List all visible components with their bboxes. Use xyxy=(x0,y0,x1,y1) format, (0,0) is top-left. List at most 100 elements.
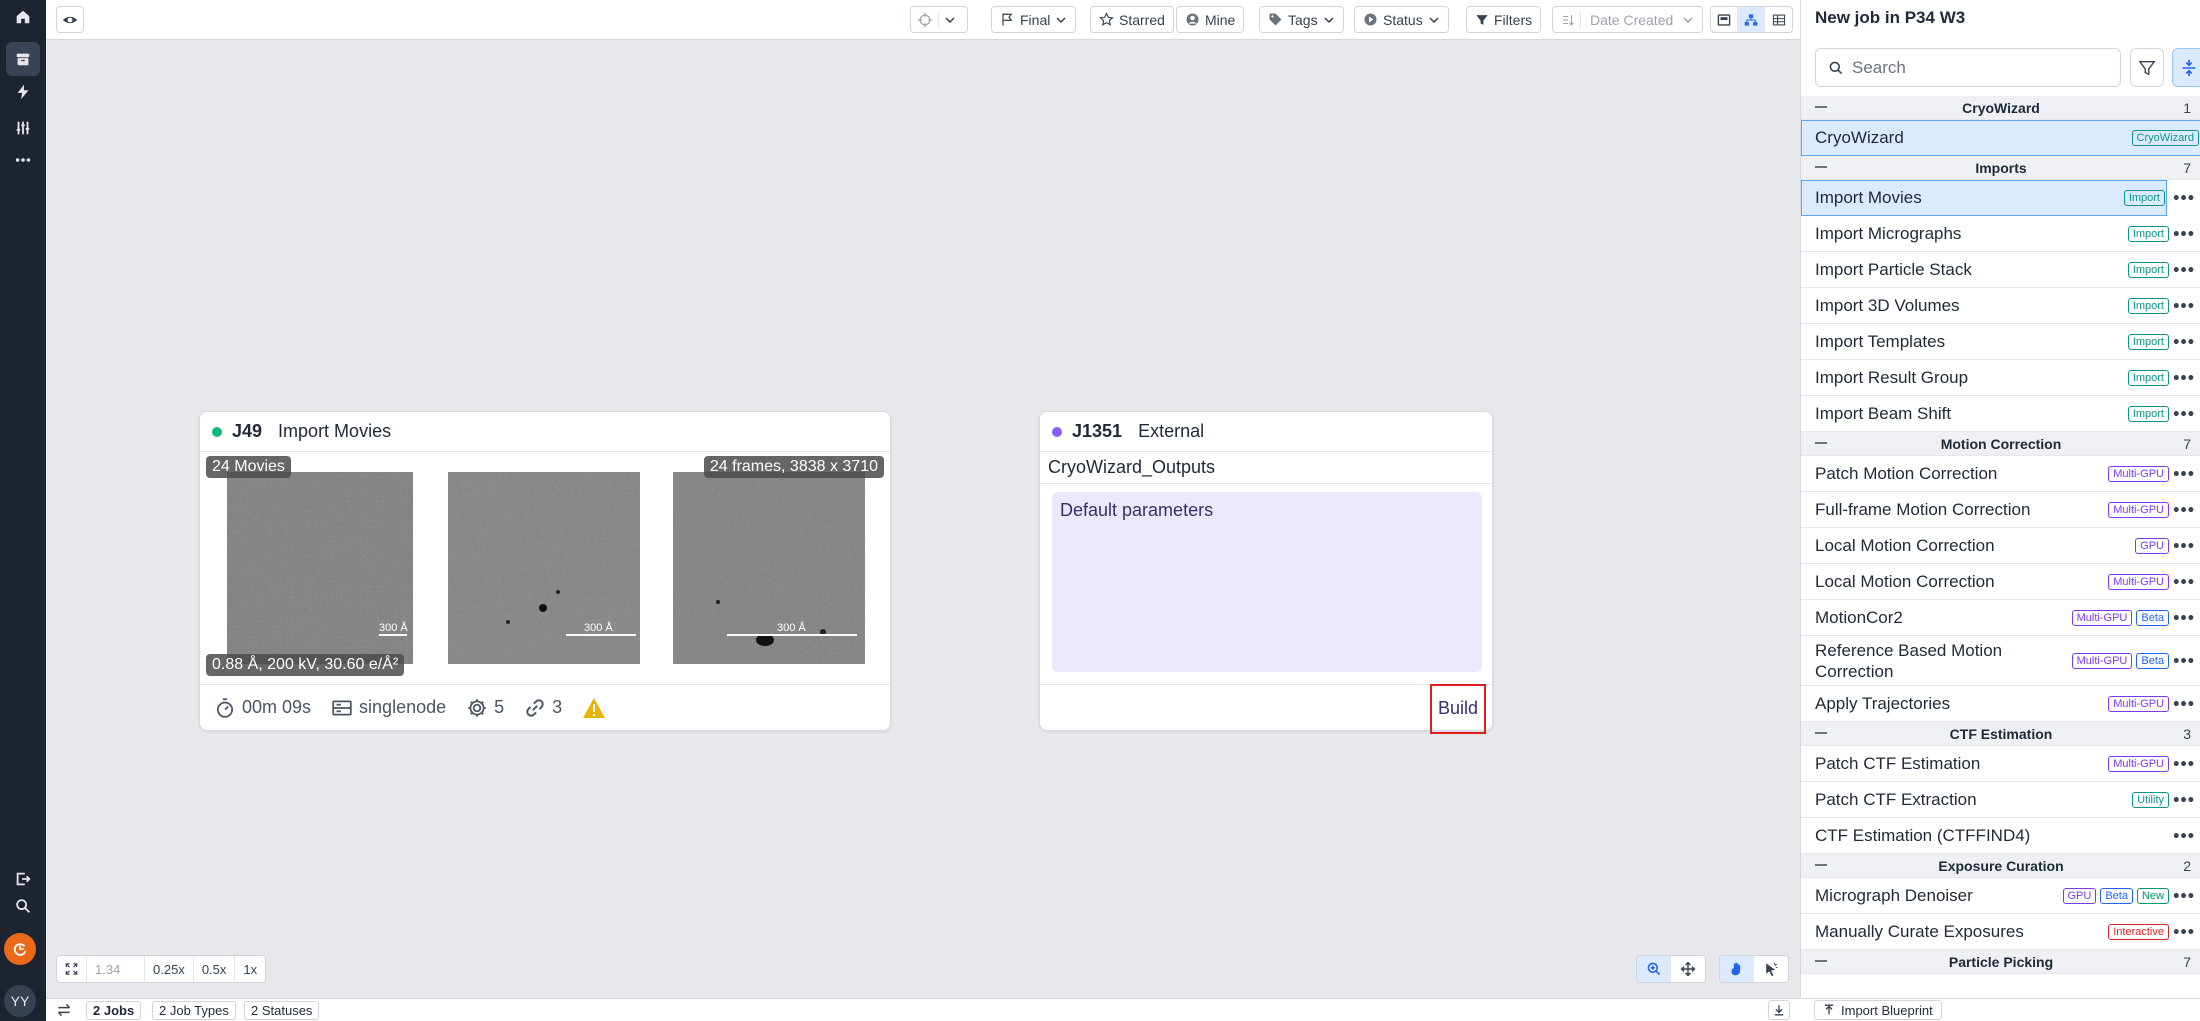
movie-thumbnail-3[interactable]: 300 Å xyxy=(673,472,865,664)
zoom-preset-button[interactable]: 0.25x xyxy=(145,956,194,982)
more-icon[interactable]: ••• xyxy=(2173,825,2195,846)
download-icon[interactable] xyxy=(1768,1000,1790,1020)
projects-icon[interactable] xyxy=(6,42,40,76)
warning-icon[interactable] xyxy=(582,697,606,719)
filter-mine-button[interactable]: Mine xyxy=(1176,6,1245,33)
status-chip[interactable]: 2 Jobs xyxy=(86,1001,142,1020)
section-header[interactable]: Motion Correction 7 xyxy=(1801,432,2200,456)
more-icon[interactable]: ••• xyxy=(2173,223,2195,244)
job-title: CryoWizard_Outputs xyxy=(1040,452,1492,484)
movie-thumbnail-2[interactable]: 300 Å xyxy=(448,472,640,664)
movie-thumbnail-1[interactable]: 300 Å xyxy=(227,472,413,664)
more-icon[interactable]: ••• xyxy=(2173,259,2195,280)
more-icon[interactable]: ••• xyxy=(2173,885,2195,906)
job-type-item[interactable]: MotionCor2 Multi-GPU Beta ••• xyxy=(1801,600,2200,636)
hand-icon[interactable] xyxy=(1720,956,1754,982)
more-icon[interactable] xyxy=(6,143,40,177)
section-header[interactable]: CryoWizard 1 xyxy=(1801,96,2200,120)
filter-button[interactable] xyxy=(2130,48,2164,87)
section-header[interactable]: Exposure Curation 2 xyxy=(1801,854,2200,878)
job-type-item[interactable]: Local Motion Correction GPU ••• xyxy=(1801,528,2200,564)
more-icon[interactable]: ••• xyxy=(2173,499,2195,520)
collapse-icon[interactable] xyxy=(1815,442,1827,444)
job-type-item[interactable]: Local Motion Correction Multi-GPU ••• xyxy=(1801,564,2200,600)
crosshair-button[interactable] xyxy=(910,6,968,33)
more-icon[interactable]: ••• xyxy=(2173,295,2195,316)
build-button[interactable]: Build xyxy=(1429,683,1486,734)
job-type-item[interactable]: Reference Based Motion Correction Multi-G… xyxy=(1801,636,2200,686)
job-type-item[interactable]: Import Templates Import ••• xyxy=(1801,324,2200,360)
status-chip[interactable]: 2 Job Types xyxy=(152,1001,236,1020)
filter-final-button[interactable]: Final xyxy=(991,6,1077,33)
search-input[interactable]: Search xyxy=(1815,48,2121,87)
more-icon[interactable]: ••• xyxy=(2173,789,2195,810)
job-type-item[interactable]: Manually Curate Exposures Interactive ••• xyxy=(1801,914,2200,950)
filters-button[interactable]: Filters xyxy=(1466,6,1542,33)
swap-icon[interactable] xyxy=(56,1002,72,1018)
job-type-item[interactable]: Micrograph Denoiser GPU Beta New ••• xyxy=(1801,878,2200,914)
more-icon[interactable]: ••• xyxy=(2173,187,2195,208)
more-icon[interactable]: ••• xyxy=(2173,367,2195,388)
section-header[interactable]: Particle Picking 7 xyxy=(1801,950,2200,974)
filter-status-button[interactable]: Status xyxy=(1354,6,1449,33)
home-icon[interactable] xyxy=(6,0,40,34)
card-view-icon[interactable] xyxy=(1711,7,1738,32)
tree-view-icon[interactable] xyxy=(1738,7,1765,32)
more-icon[interactable]: ••• xyxy=(2173,571,2195,592)
section-header[interactable]: Imports 7 xyxy=(1801,156,2200,180)
zoom-in-icon[interactable] xyxy=(1637,956,1671,982)
sort-button[interactable]: Date Created xyxy=(1552,6,1704,33)
table-view-icon[interactable] xyxy=(1765,7,1792,32)
zoom-preset-button[interactable]: 1x xyxy=(235,956,265,982)
search-icon[interactable] xyxy=(6,889,40,923)
job-type-item[interactable]: Apply Trajectories Multi-GPU ••• xyxy=(1801,686,2200,722)
more-icon[interactable]: ••• xyxy=(2173,607,2195,628)
filter-tags-button[interactable]: Tags xyxy=(1259,6,1344,33)
more-icon[interactable]: ••• xyxy=(2173,693,2195,714)
collapse-button[interactable] xyxy=(2172,48,2200,87)
collapse-icon[interactable] xyxy=(1815,732,1827,734)
status-chip[interactable]: 2 Statuses xyxy=(244,1001,320,1020)
more-icon[interactable]: ••• xyxy=(2173,331,2195,352)
job-type-item[interactable]: Import Micrographs Import ••• xyxy=(1801,216,2200,252)
collapse-icon[interactable] xyxy=(1815,864,1827,866)
job-type-item[interactable]: Import Result Group Import ••• xyxy=(1801,360,2200,396)
job-type-item[interactable]: Patch CTF Estimation Multi-GPU ••• xyxy=(1801,746,2200,782)
job-type-item[interactable]: Import 3D Volumes Import ••• xyxy=(1801,288,2200,324)
job-type-item[interactable]: Import Beam Shift Import ••• xyxy=(1801,396,2200,432)
collapse-icon[interactable] xyxy=(1815,960,1827,962)
fit-view-icon[interactable] xyxy=(57,956,87,982)
job-type-item[interactable]: Import Movies Import ••• xyxy=(1801,180,2194,216)
more-icon[interactable]: ••• xyxy=(2173,650,2195,671)
job-type-item[interactable]: Import Particle Stack Import ••• xyxy=(1801,252,2200,288)
lightning-icon[interactable] xyxy=(6,75,40,109)
job-type-item[interactable]: Patch Motion Correction Multi-GPU ••• xyxy=(1801,456,2200,492)
zoom-value[interactable]: 1.34 xyxy=(87,956,145,982)
section-header[interactable]: CTF Estimation 3 xyxy=(1801,722,2200,746)
default-parameters-panel: Default parameters xyxy=(1052,492,1482,672)
pointer-select-icon[interactable] xyxy=(1754,956,1788,982)
sliders-icon[interactable] xyxy=(6,111,40,145)
import-blueprint-button[interactable]: Import Blueprint xyxy=(1814,1000,1942,1020)
more-icon[interactable]: ••• xyxy=(2173,753,2195,774)
collapse-icon[interactable] xyxy=(1815,166,1827,168)
more-icon[interactable]: ••• xyxy=(2173,463,2195,484)
more-icon[interactable]: ••• xyxy=(2173,921,2195,942)
links-count: 3 xyxy=(524,697,562,719)
job-type-item[interactable]: CTF Estimation (CTFFIND4) ••• xyxy=(1801,818,2200,854)
eye-button[interactable] xyxy=(56,6,84,33)
canvas-area[interactable]: Final Starred Mine Tags Status Filters Date … xyxy=(46,0,1800,1021)
avatar[interactable]: YY xyxy=(4,985,36,1017)
collapse-icon[interactable] xyxy=(1815,106,1827,108)
job-type-item[interactable]: Full-frame Motion Correction Multi-GPU ••• xyxy=(1801,492,2200,528)
job-type-item[interactable]: Patch CTF Extraction Utility ••• xyxy=(1801,782,2200,818)
filter-starred-button[interactable]: Starred xyxy=(1090,6,1174,33)
more-icon[interactable]: ••• xyxy=(2173,535,2195,556)
job-card-j49[interactable]: J49 Import Movies 300 Å 300 Å 300 Å 24 M… xyxy=(199,411,891,731)
job-type-item[interactable]: CryoWizard CryoWizard xyxy=(1801,120,2200,156)
more-icon[interactable]: ••• xyxy=(2173,403,2195,424)
notification-icon[interactable] xyxy=(4,933,36,965)
zoom-preset-button[interactable]: 0.5x xyxy=(194,956,236,982)
job-card-j1351[interactable]: J1351 External CryoWizard_Outputs Defaul… xyxy=(1039,411,1493,734)
move-icon[interactable] xyxy=(1671,956,1705,982)
